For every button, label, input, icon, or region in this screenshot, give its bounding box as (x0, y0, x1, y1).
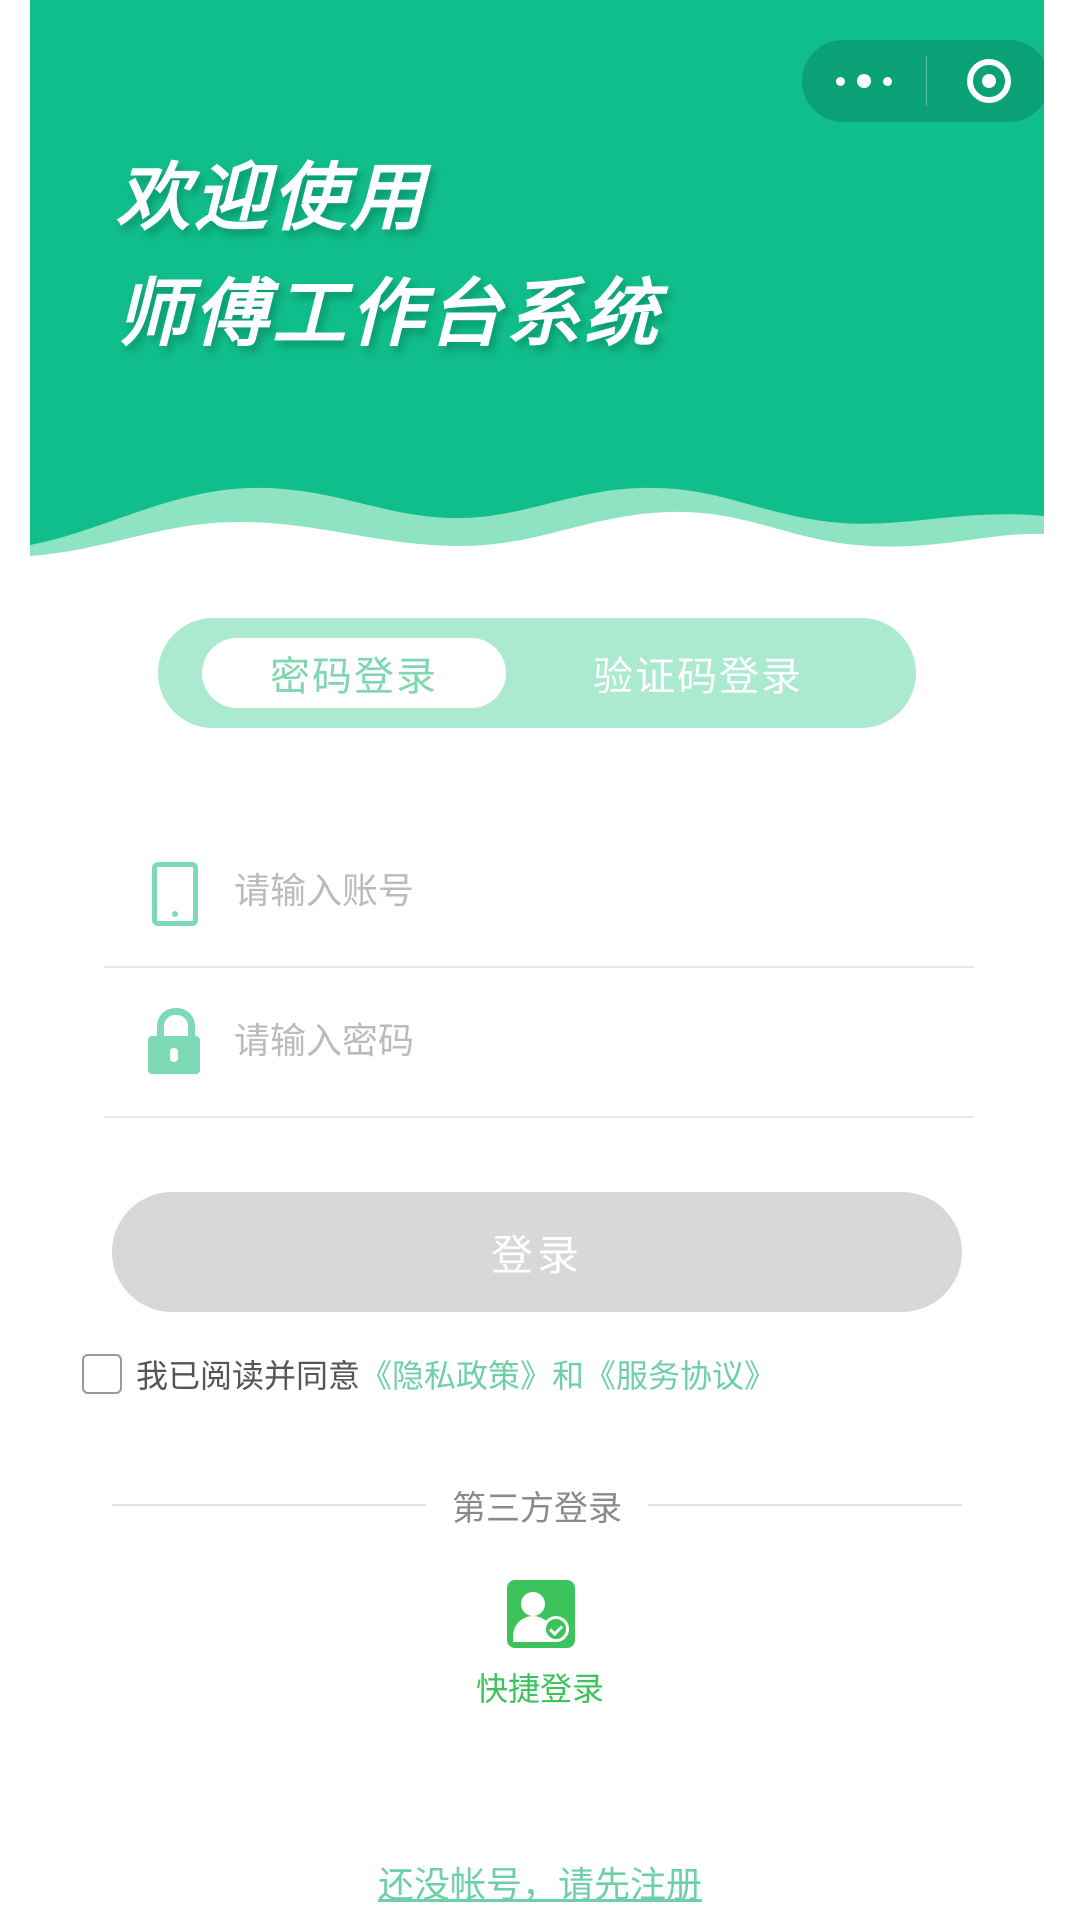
agreement-checkbox[interactable] (82, 1354, 122, 1394)
lock-icon (144, 1006, 204, 1076)
hero-title-line2: 师傅工作台系统 (116, 271, 662, 357)
privacy-policy-link[interactable]: 《隐私政策》 (360, 1351, 552, 1397)
hero-title: 欢迎使用 师傅工作台系统 (116, 140, 662, 372)
third-party-divider: 第三方登录 (112, 1480, 962, 1530)
divider-line-right (648, 1504, 962, 1506)
divider-line-left (112, 1504, 426, 1506)
agreement-prefix: 我已阅读并同意 (136, 1357, 361, 1395)
account-input[interactable] (234, 856, 934, 926)
agreement-row: 我已阅读并同意 《隐私政策》 和 《服务协议》 (82, 1350, 776, 1398)
target-close-icon[interactable] (927, 40, 1044, 122)
account-field-row (104, 816, 974, 968)
tab-password-login[interactable]: 密码登录 (202, 638, 506, 708)
quick-login-button[interactable]: 快捷登录 (448, 1580, 632, 1720)
third-party-title: 第三方登录 (452, 1488, 622, 1529)
ellipsis-icon[interactable] (802, 40, 926, 122)
wave-decoration (30, 487, 1044, 560)
user-check-icon (507, 1580, 575, 1648)
login-mode-tabs: 密码登录 验证码登录 (158, 618, 916, 728)
hero-banner: 欢迎使用 师傅工作台系统 (30, 0, 1044, 560)
register-link[interactable]: 还没帐号，请先注册 (0, 1856, 1080, 1908)
hero-title-line1: 欢迎使用 (116, 155, 428, 241)
tab-code-login[interactable]: 验证码登录 (518, 618, 878, 728)
quick-login-label: 快捷登录 (475, 1670, 604, 1708)
password-input[interactable] (234, 1006, 934, 1076)
agreement-and: 和 (552, 1357, 585, 1395)
phone-icon (144, 856, 204, 926)
password-field-row (104, 966, 974, 1118)
login-button[interactable]: 登录 (112, 1192, 962, 1312)
service-agreement-link[interactable]: 《服务协议》 (584, 1351, 776, 1397)
mini-program-capsule (802, 40, 1044, 122)
